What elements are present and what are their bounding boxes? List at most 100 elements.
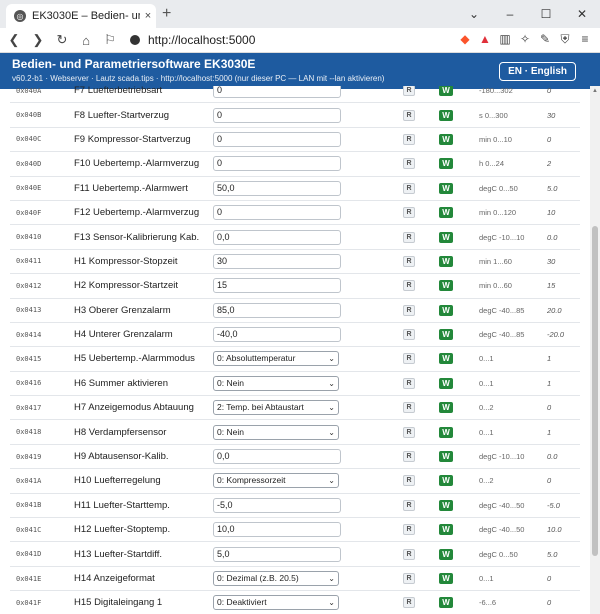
scrollbar[interactable]: ▲ xyxy=(590,86,600,614)
parameter-default: 0 xyxy=(547,403,552,413)
read-button[interactable]: R xyxy=(403,133,415,145)
parameter-input[interactable]: 0 xyxy=(213,107,341,123)
write-button[interactable]: W xyxy=(439,597,453,609)
parameter-input[interactable]: 30 xyxy=(213,253,341,269)
parameter-input[interactable]: -5,0 xyxy=(213,497,341,513)
write-button[interactable]: W xyxy=(439,231,453,243)
menu-icon[interactable]: ≡ xyxy=(578,31,592,47)
read-button[interactable]: R xyxy=(403,426,415,438)
read-button[interactable]: R xyxy=(403,86,415,97)
parameter-input[interactable]: 50,0 xyxy=(213,180,341,196)
write-button[interactable]: W xyxy=(439,524,453,536)
back-icon[interactable]: ❮ xyxy=(4,32,24,48)
write-button[interactable]: W xyxy=(439,304,453,316)
read-button[interactable]: R xyxy=(403,207,415,219)
read-button[interactable]: R xyxy=(403,499,415,511)
minimize-icon[interactable]: – xyxy=(492,0,528,28)
read-button[interactable]: R xyxy=(403,304,415,316)
read-button[interactable]: R xyxy=(403,524,415,536)
tab-close-button[interactable]: × xyxy=(140,10,156,22)
parameter-input[interactable]: 0 xyxy=(213,86,341,99)
new-tab-button[interactable]: + xyxy=(162,5,171,23)
parameter-select[interactable]: 0: Dezimal (z.B. 20.5) ⌄ xyxy=(213,571,339,586)
write-button[interactable]: W xyxy=(439,451,453,463)
chevron-down-icon[interactable]: ⌄ xyxy=(456,0,492,28)
parameter-input[interactable]: 85,0 xyxy=(213,302,341,318)
write-button[interactable]: W xyxy=(439,280,453,292)
parameter-input[interactable]: -40,0 xyxy=(213,327,341,343)
parameter-select[interactable]: 0: Absoluttemperatur ⌄ xyxy=(213,351,339,367)
write-button[interactable]: W xyxy=(439,182,453,194)
parameter-range: 0...1 xyxy=(479,574,494,583)
read-button[interactable]: R xyxy=(403,353,415,365)
write-button[interactable]: W xyxy=(439,573,453,584)
write-button[interactable]: W xyxy=(439,475,453,487)
parameter-input[interactable]: 10,0 xyxy=(213,522,341,538)
write-button[interactable]: W xyxy=(439,86,453,97)
parameter-input[interactable]: 0 xyxy=(213,131,341,147)
parameter-select[interactable]: 0: Kompressorzeit ⌄ xyxy=(213,473,339,489)
parameter-select[interactable]: 0: Nein ⌄ xyxy=(213,375,339,391)
scrollbar-thumb[interactable] xyxy=(592,226,598,556)
parameter-input[interactable]: 0,0 xyxy=(213,449,341,465)
extensions-icon[interactable]: ✎ xyxy=(538,31,552,47)
write-button[interactable]: W xyxy=(439,207,453,219)
sidebar-icon[interactable]: ▥ xyxy=(498,31,512,47)
vpn-icon[interactable]: ⛨ xyxy=(558,31,572,47)
read-button[interactable]: R xyxy=(403,548,415,560)
language-toggle-button[interactable]: EN · English xyxy=(499,62,576,81)
close-window-icon[interactable]: ✕ xyxy=(564,0,600,28)
parameter-range: -180...302 xyxy=(479,86,513,96)
parameter-select[interactable]: 0: Nein ⌄ xyxy=(213,424,339,440)
brave-shield-icon[interactable]: ◆ xyxy=(458,31,472,47)
read-button[interactable]: R xyxy=(403,329,415,341)
parameter-input[interactable]: 0 xyxy=(213,156,341,172)
read-button[interactable]: R xyxy=(403,402,415,414)
site-info-icon[interactable] xyxy=(130,35,140,45)
register-address: 0x040C xyxy=(16,135,42,144)
parameter-default: -5.0 xyxy=(547,500,560,510)
read-button[interactable]: R xyxy=(403,158,415,170)
browser-tab[interactable]: ◎ EK3030E – Bedien- und Parametr × xyxy=(6,4,156,28)
reload-icon[interactable]: ↻ xyxy=(52,32,72,48)
parameter-name: F11 Uebertemp.-Alarmwert xyxy=(74,182,188,194)
write-button[interactable]: W xyxy=(439,158,453,170)
read-button[interactable]: R xyxy=(403,280,415,292)
write-button[interactable]: W xyxy=(439,255,453,267)
read-button[interactable]: R xyxy=(403,597,415,609)
read-button[interactable]: R xyxy=(403,475,415,487)
parameter-range: degC 0...50 xyxy=(479,183,518,193)
maximize-icon[interactable]: ☐ xyxy=(528,0,564,28)
parameter-select[interactable]: 2: Temp. bei Abtaustart ⌄ xyxy=(213,400,339,416)
forward-icon[interactable]: ❯ xyxy=(28,32,48,48)
write-button[interactable]: W xyxy=(439,133,453,145)
parameter-input[interactable]: 5,0 xyxy=(213,546,341,562)
write-button[interactable]: W xyxy=(439,499,453,511)
read-button[interactable]: R xyxy=(403,182,415,194)
write-button[interactable]: W xyxy=(439,353,453,365)
read-button[interactable]: R xyxy=(403,255,415,267)
parameter-input[interactable]: 15 xyxy=(213,278,341,294)
read-button[interactable]: R xyxy=(403,573,415,584)
write-button[interactable]: W xyxy=(439,402,453,414)
scroll-up-icon[interactable]: ▲ xyxy=(592,88,598,94)
parameter-input[interactable]: 0,0 xyxy=(213,229,341,245)
read-button[interactable]: R xyxy=(403,231,415,243)
url-field[interactable]: http://localhost:5000 xyxy=(130,33,255,47)
read-button[interactable]: R xyxy=(403,109,415,121)
write-button[interactable]: W xyxy=(439,377,453,389)
read-button[interactable]: R xyxy=(403,377,415,389)
bookmark-icon[interactable]: ⚐ xyxy=(100,32,120,48)
read-button[interactable]: R xyxy=(403,451,415,463)
write-button[interactable]: W xyxy=(439,548,453,560)
read-cell: R xyxy=(403,231,439,243)
leo-ai-icon[interactable]: ✧ xyxy=(518,31,532,47)
write-button[interactable]: W xyxy=(439,329,453,341)
parameter-row: 0x0417 H7 Anzeigemodus Abtauung 2: Temp. b… xyxy=(10,396,580,421)
write-button[interactable]: W xyxy=(439,426,453,438)
home-icon[interactable]: ⌂ xyxy=(76,33,96,48)
write-button[interactable]: W xyxy=(439,109,453,121)
parameter-select[interactable]: 0: Deaktiviert ⌄ xyxy=(213,595,339,611)
parameter-input[interactable]: 0 xyxy=(213,205,341,221)
brave-rewards-icon[interactable]: ▲ xyxy=(478,31,492,47)
